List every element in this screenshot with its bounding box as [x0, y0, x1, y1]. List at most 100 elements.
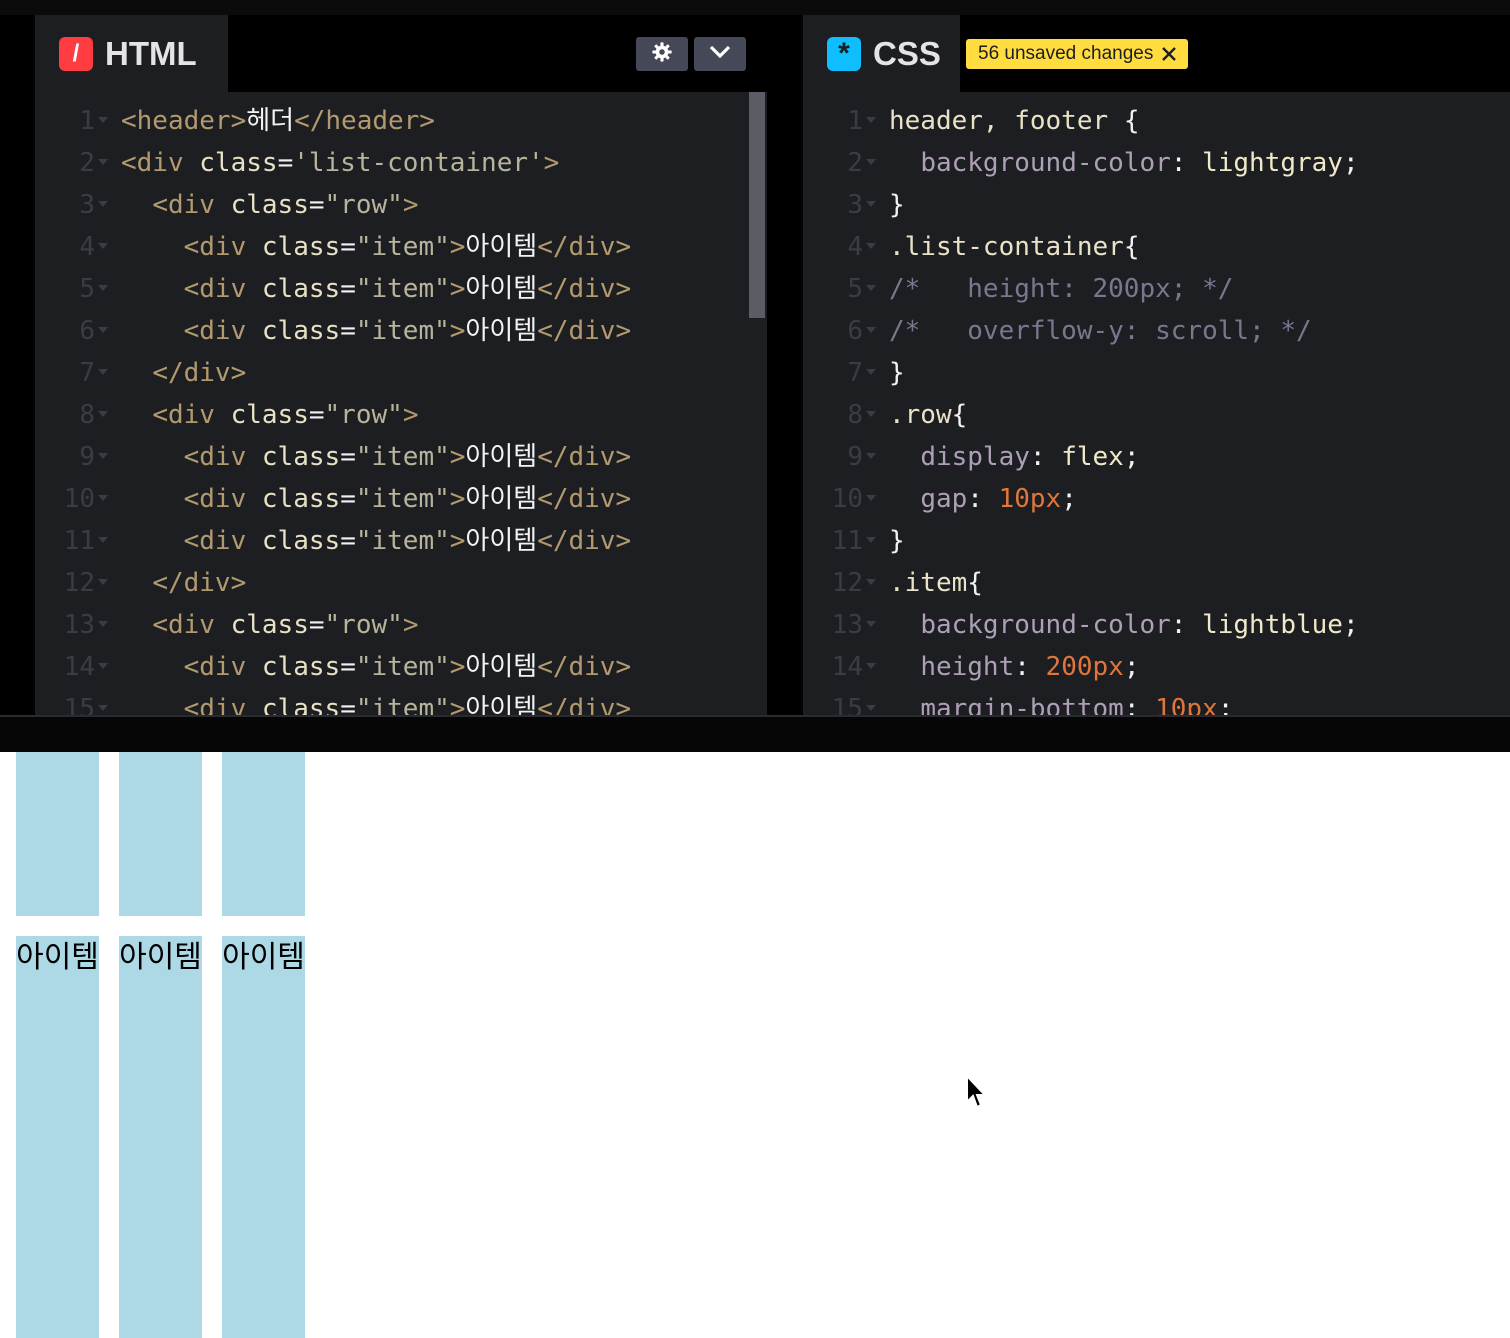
fold-arrow-icon[interactable] [866, 537, 876, 543]
fold-arrow-icon[interactable] [866, 369, 876, 375]
code-token: <div [183, 484, 262, 514]
fold-arrow-icon[interactable] [866, 621, 876, 627]
code-line[interactable]: 4 .list-container{ [803, 226, 1510, 268]
code-line[interactable]: 7 </div> [35, 352, 767, 394]
fold-arrow-icon[interactable] [866, 327, 876, 333]
line-number: 15 [831, 694, 863, 715]
code-line[interactable]: 7} [803, 352, 1510, 394]
fold-arrow-icon[interactable] [98, 705, 108, 711]
code-line[interactable]: 11} [803, 520, 1510, 562]
code-token: : [1170, 610, 1203, 640]
fold-arrow-icon[interactable] [98, 411, 108, 417]
fold-arrow-icon[interactable] [98, 285, 108, 291]
line-number: 14 [63, 652, 95, 682]
code-token: 200px [1045, 652, 1124, 682]
fold-arrow-icon[interactable] [866, 453, 876, 459]
code-line[interactable]: 2 <div class='list-container'> [35, 142, 767, 184]
fold-arrow-icon[interactable] [98, 663, 108, 669]
code-line[interactable]: 1 <header>헤더</header> [35, 100, 767, 142]
fold-arrow-icon[interactable] [98, 159, 108, 165]
code-token: : [1123, 694, 1156, 715]
html-scrollbar-thumb[interactable] [749, 92, 765, 318]
fold-arrow-icon[interactable] [98, 117, 108, 123]
code-line[interactable]: 2 background-color: lightgray; [803, 142, 1510, 184]
code-token: ; [1217, 694, 1234, 715]
code-line[interactable]: 13 background-color: lightblue; [803, 604, 1510, 646]
code-token: class [261, 652, 341, 682]
fold-arrow-icon[interactable] [866, 411, 876, 417]
code-line[interactable]: 5 /* height: 200px; */ [803, 268, 1510, 310]
fold-arrow-icon[interactable] [98, 243, 108, 249]
code-line[interactable]: 4 <div class="item">아이템</div> [35, 226, 767, 268]
fold-arrow-icon[interactable] [98, 579, 108, 585]
code-line[interactable]: 6 /* overflow-y: scroll; */ [803, 310, 1510, 352]
html-scrollbar[interactable] [747, 92, 767, 715]
fold-arrow-icon[interactable] [866, 201, 876, 207]
line-number: 3 [79, 190, 95, 220]
code-text: } [889, 520, 905, 562]
fold-arrow-icon[interactable] [98, 201, 108, 207]
code-line[interactable]: 8 .row{ [803, 394, 1510, 436]
code-line[interactable]: 3} [803, 184, 1510, 226]
line-number: 1 [847, 106, 863, 136]
fold-arrow-icon[interactable] [98, 453, 108, 459]
code-token: 10px [998, 484, 1062, 514]
fold-arrow-icon[interactable] [866, 285, 876, 291]
fold-arrow-icon[interactable] [98, 621, 108, 627]
code-line[interactable]: 6 <div class="item">아이템</div> [35, 310, 767, 352]
fold-arrow-icon[interactable] [866, 243, 876, 249]
fold-arrow-icon[interactable] [866, 579, 876, 585]
code-line[interactable]: 10 gap: 10px; [803, 478, 1510, 520]
code-token: background-color [920, 610, 1171, 640]
code-line[interactable]: 9 display: flex; [803, 436, 1510, 478]
code-token: 아이템 [465, 484, 538, 514]
css-code-editor[interactable]: 1 header, footer {2 background-color: lig… [803, 100, 1510, 715]
fold-arrow-icon[interactable] [98, 369, 108, 375]
fold-arrow-icon[interactable] [98, 495, 108, 501]
code-line[interactable]: 14 <div class="item">아이템</div> [35, 646, 767, 688]
fold-arrow-icon[interactable] [866, 495, 876, 501]
code-line[interactable]: 3 <div class="row"> [35, 184, 767, 226]
code-line[interactable]: 10 <div class="item">아이템</div> [35, 478, 767, 520]
fold-arrow-icon[interactable] [866, 117, 876, 123]
code-line[interactable]: 14 height: 200px; [803, 646, 1510, 688]
code-token: ; [1123, 652, 1140, 682]
code-line[interactable]: 15 <div class="item">아이템</div> [35, 688, 767, 715]
css-panel-tab[interactable]: * CSS [803, 15, 960, 92]
code-token: "item" [355, 442, 450, 472]
code-line[interactable]: 15 margin-bottom: 10px; [803, 688, 1510, 715]
fold-arrow-icon[interactable] [98, 327, 108, 333]
html-collapse-button[interactable] [694, 37, 746, 71]
code-token: flex [1061, 442, 1124, 472]
code-line[interactable]: 12 .item{ [803, 562, 1510, 604]
line-number: 2 [847, 148, 863, 178]
html-panel-tab[interactable]: / HTML [35, 15, 228, 92]
unsaved-changes-badge[interactable]: 56 unsaved changes [966, 39, 1188, 69]
html-settings-button[interactable] [636, 37, 688, 71]
code-token: "item" [355, 526, 450, 556]
close-icon[interactable] [1161, 46, 1177, 62]
code-token: = [308, 400, 325, 430]
fold-arrow-icon[interactable] [866, 663, 876, 669]
fold-arrow-icon[interactable] [866, 159, 876, 165]
code-token: "item" [355, 694, 450, 715]
line-number: 13 [831, 610, 863, 640]
editor-resize-bar[interactable] [0, 715, 1510, 752]
code-line[interactable]: 5 <div class="item">아이템</div> [35, 268, 767, 310]
fold-arrow-icon[interactable] [98, 537, 108, 543]
html-code-editor[interactable]: 1 <header>헤더</header> 2 <div class='list-co… [35, 100, 767, 715]
code-line[interactable]: 13 <div class="row"> [35, 604, 767, 646]
code-line[interactable]: 8 <div class="row"> [35, 394, 767, 436]
code-line[interactable]: 1 header, footer { [803, 100, 1510, 142]
code-line[interactable]: 12 </div> [35, 562, 767, 604]
line-number: 13 [63, 610, 95, 640]
code-token: .list-container [889, 232, 1124, 262]
code-token: margin-bottom [920, 694, 1124, 715]
fold-arrow-icon[interactable] [866, 705, 876, 711]
html-editor-panel: / HTML 1 <header>헤더</header> 2 <div clas… [35, 15, 767, 715]
code-line[interactable]: 11 <div class="item">아이템</div> [35, 520, 767, 562]
code-line[interactable]: 9 <div class="item">아이템</div> [35, 436, 767, 478]
code-token: <header> [121, 106, 247, 136]
